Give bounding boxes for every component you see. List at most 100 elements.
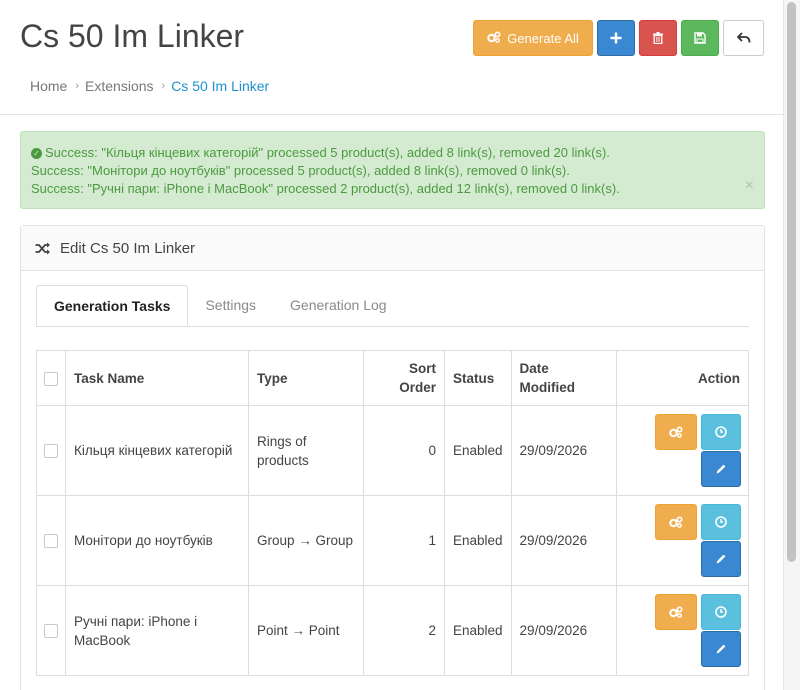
task-name: Монітори до ноутбуків — [65, 495, 249, 586]
alert-message: Success: "Монітори до ноутбуків" process… — [31, 163, 570, 178]
task-status: Enabled — [444, 405, 512, 496]
task-sort-order: 1 — [363, 495, 445, 586]
row-actions — [615, 495, 750, 586]
task-date: 29/09/2026 — [510, 405, 617, 496]
row-select-cell — [36, 495, 66, 586]
edit-task-button[interactable] — [701, 630, 741, 667]
clock-icon — [715, 515, 727, 528]
pencil-icon — [716, 554, 726, 563]
trash-icon — [653, 32, 663, 44]
gears-icon — [669, 515, 683, 528]
tabs: Generation Tasks Settings Generation Log — [36, 285, 749, 327]
task-status: Enabled — [444, 495, 512, 586]
header-divider — [0, 114, 784, 115]
check-circle-icon: ✓ — [31, 147, 42, 159]
task-name: Кільця кінцевих категорій — [65, 405, 249, 496]
breadcrumb-separator: › — [161, 80, 166, 92]
alert-message: Success: "Кільця кінцевих категорій" pro… — [45, 145, 610, 160]
shuffle-icon — [35, 242, 50, 254]
edit-panel: Edit Cs 50 Im Linker Generation Tasks Se… — [20, 225, 765, 690]
header-action: Action — [615, 350, 750, 406]
tasks-table: Task Name Type Sort Order Status Date Mo… — [36, 350, 750, 676]
generate-task-button[interactable] — [655, 413, 697, 450]
clock-icon — [715, 605, 727, 618]
alert-line: Success: "Ручні пари: iPhone і MacBook" … — [31, 180, 754, 198]
row-select-cell — [36, 585, 66, 676]
row-checkbox[interactable] — [44, 444, 58, 459]
tab-generation-tasks[interactable]: Generation Tasks — [36, 285, 189, 326]
row-checkbox[interactable] — [44, 624, 58, 639]
table-row: Кільця кінцевих категорій Rings of produ… — [36, 405, 750, 496]
alert-line: ✓ Success: "Кільця кінцевих категорій" p… — [31, 144, 754, 162]
clock-icon — [715, 425, 727, 438]
task-status: Enabled — [444, 585, 512, 676]
generate-all-button[interactable]: Generate All — [473, 20, 593, 56]
task-sort-order: 2 — [363, 585, 445, 676]
delete-button[interactable] — [639, 20, 677, 56]
alert-line: Success: "Монітори до ноутбуків" process… — [31, 162, 754, 180]
header-sort-order-line2: Order — [399, 380, 436, 395]
header-type[interactable]: Type — [248, 350, 364, 406]
task-date: 29/09/2026 — [510, 495, 617, 586]
row-select-cell — [36, 405, 66, 496]
generate-all-label: Generate All — [507, 30, 579, 46]
task-history-button[interactable] — [701, 503, 741, 540]
panel-title: Edit Cs 50 Im Linker — [60, 239, 196, 257]
task-sort-order: 0 — [363, 405, 445, 496]
breadcrumb-extensions[interactable]: Extensions — [85, 78, 153, 94]
gears-icon — [669, 605, 683, 618]
plus-icon — [610, 32, 622, 44]
gears-icon — [669, 425, 683, 438]
task-type: Point → Point — [248, 585, 364, 676]
header-date-line2: Modified — [519, 380, 576, 395]
close-icon[interactable]: × — [745, 178, 754, 194]
row-checkbox[interactable] — [44, 534, 58, 549]
scrollbar-thumb[interactable] — [787, 2, 796, 562]
add-button[interactable] — [597, 20, 635, 56]
breadcrumb-current[interactable]: Cs 50 Im Linker — [171, 78, 269, 94]
header-task-name[interactable]: Task Name — [65, 350, 249, 406]
floppy-icon — [694, 32, 706, 44]
breadcrumb: Home › Extensions › Cs 50 Im Linker — [30, 78, 269, 94]
task-date: 29/09/2026 — [510, 585, 617, 676]
pencil-icon — [716, 644, 726, 653]
generate-task-button[interactable] — [655, 593, 697, 630]
select-all-cell — [36, 350, 66, 406]
panel-heading: Edit Cs 50 Im Linker — [21, 226, 764, 271]
page-header: Cs 50 Im Linker Generate All Home › Exte… — [0, 0, 784, 114]
header-sort-order[interactable]: Sort Order — [363, 350, 445, 406]
row-actions — [615, 405, 750, 496]
table-header-row: Task Name Type Sort Order Status Date Mo… — [36, 350, 750, 406]
breadcrumb-home[interactable]: Home — [30, 78, 67, 94]
generate-task-button[interactable] — [655, 503, 697, 540]
task-type: Rings of products — [248, 405, 364, 496]
task-name: Ручні пари: iPhone і MacBook — [65, 585, 249, 676]
breadcrumb-separator: › — [75, 80, 80, 92]
save-button[interactable] — [681, 20, 719, 56]
tab-generation-log[interactable]: Generation Log — [273, 285, 404, 325]
row-actions — [615, 585, 750, 676]
success-alert: ✓ Success: "Кільця кінцевих категорій" p… — [20, 131, 765, 209]
table-row: Ручні пари: iPhone і MacBook Point → Poi… — [36, 585, 750, 676]
header-date-modified[interactable]: Date Modified — [510, 350, 617, 406]
header-date-line1: Date — [519, 361, 549, 376]
back-button[interactable] — [723, 20, 764, 56]
alert-message: Success: "Ручні пари: iPhone і MacBook" … — [31, 181, 620, 196]
edit-task-button[interactable] — [701, 450, 741, 487]
select-all-checkbox[interactable] — [44, 371, 58, 386]
table-row: Монітори до ноутбуків Group → Group 1 En… — [36, 495, 750, 586]
reply-icon — [736, 32, 750, 43]
header-sort-order-line1: Sort — [409, 361, 436, 376]
edit-task-button[interactable] — [701, 540, 741, 577]
tab-settings[interactable]: Settings — [188, 285, 273, 325]
toolbar: Generate All — [473, 20, 764, 56]
vertical-scrollbar[interactable] — [783, 0, 800, 690]
page-title: Cs 50 Im Linker — [20, 18, 245, 54]
task-history-button[interactable] — [701, 593, 741, 630]
page: Cs 50 Im Linker Generate All Home › Exte… — [0, 0, 784, 690]
task-type: Group → Group — [248, 495, 364, 586]
header-status[interactable]: Status — [444, 350, 512, 406]
gears-icon — [487, 30, 501, 46]
pencil-icon — [716, 464, 726, 473]
task-history-button[interactable] — [701, 413, 741, 450]
